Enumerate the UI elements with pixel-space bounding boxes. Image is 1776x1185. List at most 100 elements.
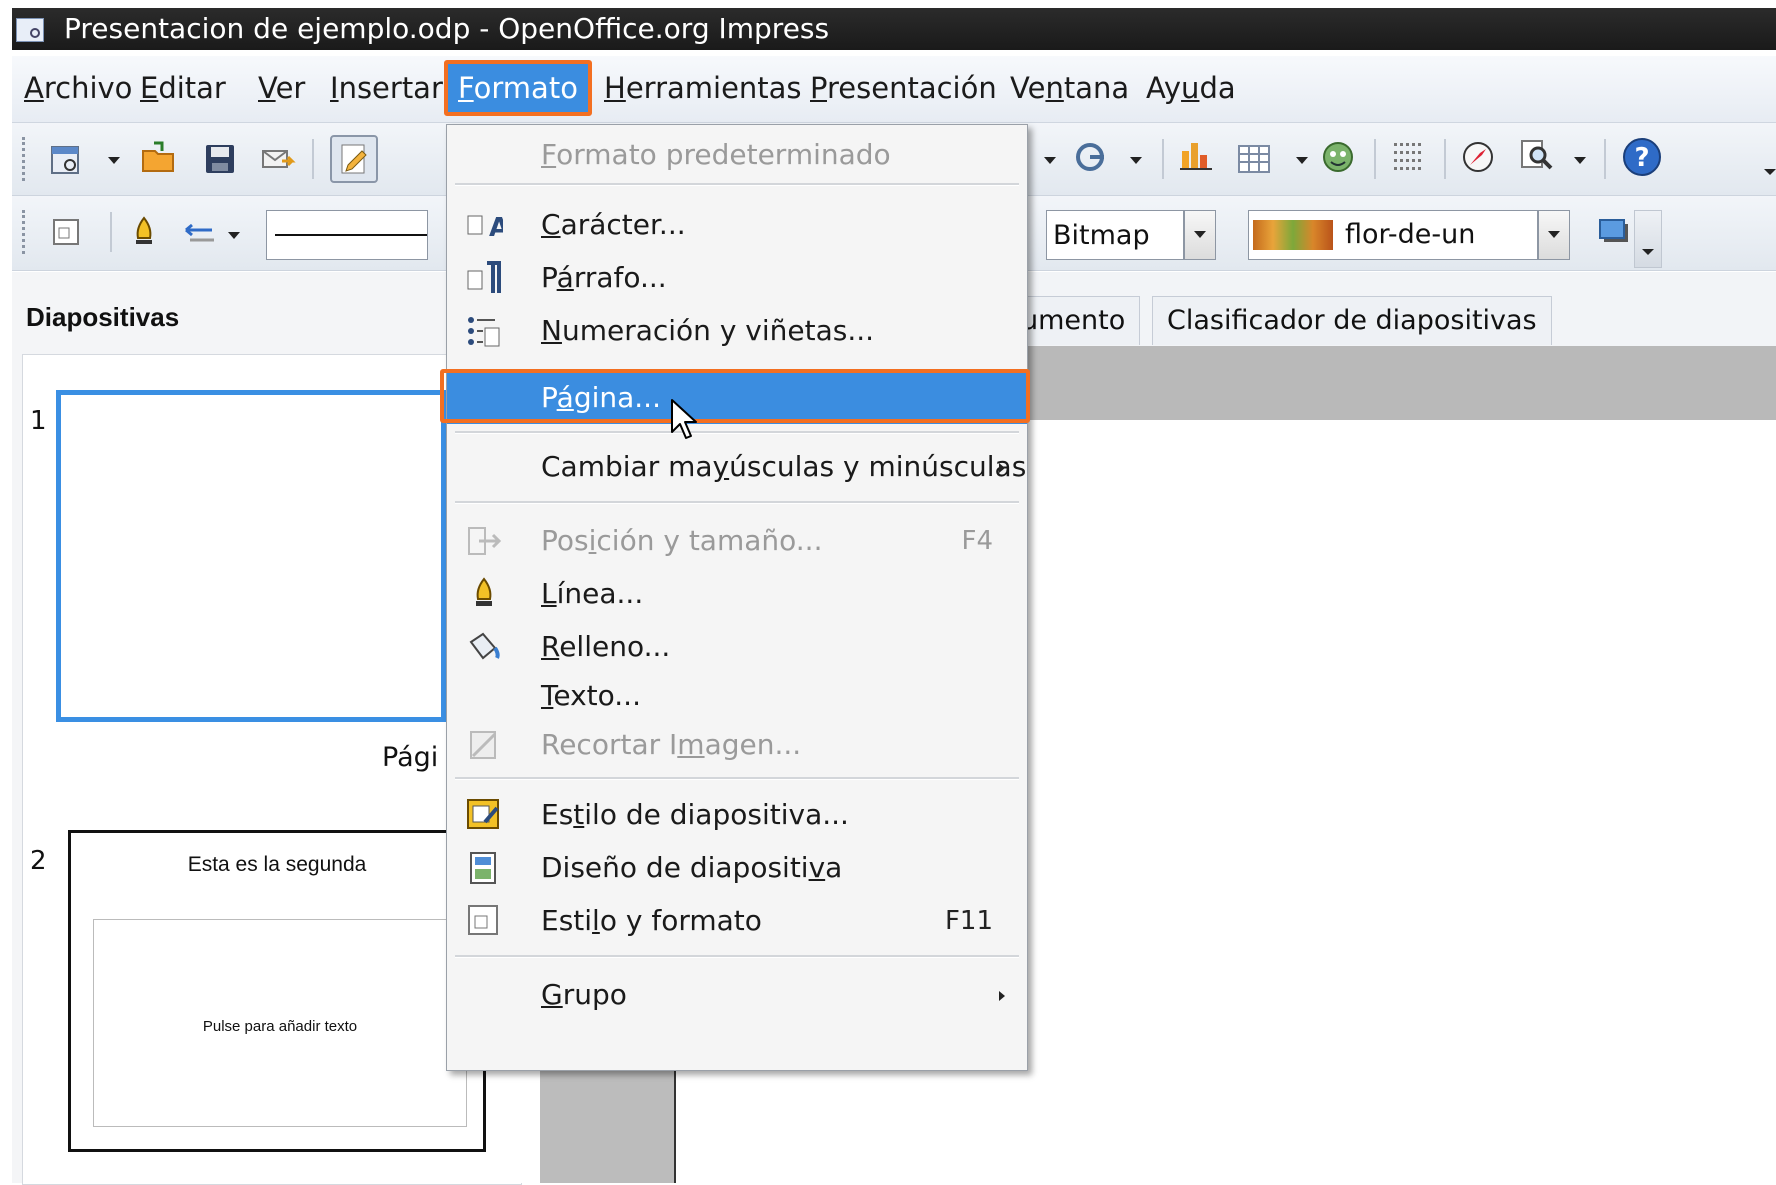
bitmap-select[interactable]: flor-de-un (1248, 210, 1538, 260)
menu-item-estilo-formato[interactable]: Estilo y formato F11 (447, 895, 1027, 947)
crop-image-icon (470, 731, 497, 759)
email-icon[interactable] (260, 141, 296, 177)
slide-layout-icon (470, 852, 496, 884)
navigator-icon[interactable] (1460, 139, 1496, 175)
save-icon[interactable] (202, 141, 238, 177)
menu-item-formato-predeterminado[interactable]: Formato predeterminado (447, 129, 1027, 181)
slides-panel-title: Diapositivas (26, 302, 180, 332)
styles-formatting-icon (468, 905, 498, 935)
redo-dropdown-icon[interactable] (1044, 157, 1056, 164)
shortcut-label: F11 (944, 906, 993, 936)
line-icon[interactable] (126, 214, 162, 250)
svg-text:?: ? (1634, 143, 1649, 173)
area-style-value: Bitmap (1053, 220, 1150, 251)
toolbar-separator (1444, 139, 1446, 179)
impress-app-icon[interactable] (16, 18, 44, 42)
menu-ventana[interactable]: Ventana (1010, 68, 1129, 108)
shortcut-label: F4 (961, 526, 994, 556)
menu-item-cambiar-mayusculas[interactable]: Cambiar mayúsculas y minúsculas (447, 441, 1027, 493)
submenu-arrow-icon (999, 991, 1005, 1001)
svg-text:A: A (489, 213, 503, 243)
toolbar-separator (312, 139, 314, 179)
formato-menu: Formato predeterminado A Carácter... Pár… (446, 124, 1028, 1071)
toolbar-overflow-button[interactable] (1634, 210, 1662, 268)
menu-item-linea[interactable]: Línea... (447, 568, 1027, 620)
submenu-arrow-icon (999, 463, 1005, 473)
menu-herramientas[interactable]: Herramientas (604, 68, 802, 108)
edit-file-icon[interactable] (330, 135, 378, 183)
hyperlink-icon[interactable] (1072, 139, 1108, 175)
zoom-dropdown-icon[interactable] (1574, 157, 1586, 164)
menu-item-texto[interactable]: Texto... (447, 670, 1027, 722)
menu-item-estilo-diapositiva[interactable]: Estilo de diapositiva... (447, 789, 1027, 841)
shadow-icon[interactable] (1596, 216, 1632, 252)
line-pen-icon (476, 577, 492, 606)
toolbar-separator (1162, 139, 1164, 179)
slide-caption: Pági (382, 742, 439, 773)
toolbar-separator (1374, 139, 1376, 179)
hyperlink-dropdown-icon[interactable] (1130, 157, 1142, 164)
menu-item-caracter[interactable]: A Carácter... (447, 199, 1027, 251)
menu-item-diseno-diapositiva[interactable]: Diseño de diapositiva (447, 842, 1027, 894)
zoom-icon[interactable] (1518, 137, 1554, 173)
menu-ver[interactable]: Ver (258, 68, 305, 108)
menu-separator (455, 183, 1019, 186)
slide-body-placeholder: Pulse para añadir texto (93, 919, 467, 1127)
arrow-style-dropdown-icon[interactable] (228, 232, 240, 239)
bullets-numbering-icon (468, 317, 500, 347)
menu-separator (455, 431, 1019, 434)
area-style-select[interactable]: Bitmap (1046, 210, 1184, 260)
menu-item-parrafo[interactable]: Párrafo... (447, 252, 1027, 304)
menu-editar[interactable]: Editar (140, 68, 226, 108)
pagina-highlight-annotation (440, 369, 1030, 423)
menu-item-posicion-tamano[interactable]: Posición y tamaño... F4 (447, 515, 1027, 567)
chevron-down-icon (1194, 231, 1206, 238)
menu-bar: Archivo Editar Ver Insertar Formato Herr… (12, 56, 1776, 123)
toolbar-grip[interactable] (22, 137, 29, 181)
arrow-style-icon[interactable] (182, 216, 218, 252)
slide-title-text: Esta es la segunda (187, 853, 367, 876)
gallery-icon[interactable] (1320, 139, 1356, 175)
menu-ayuda[interactable]: Ayuda (1146, 68, 1236, 108)
help-icon[interactable]: ? (1622, 137, 1662, 177)
chevron-down-icon (1548, 231, 1560, 238)
toolbar-overflow-icon[interactable] (1764, 169, 1776, 175)
bitmap-dropdown-button[interactable] (1538, 210, 1570, 260)
slide-number: 1 (30, 406, 47, 436)
new-document-icon[interactable] (48, 141, 84, 177)
table-icon[interactable] (1236, 141, 1272, 177)
slide-thumbnail-2[interactable]: Esta es la segunda Pulse para añadir tex… (68, 830, 486, 1152)
character-icon: A (467, 213, 503, 243)
placeholder-text: Pulse para añadir texto (202, 1018, 358, 1035)
slide-number: 2 (30, 846, 47, 876)
menu-item-numeracion[interactable]: Numeración y viñetas... (447, 305, 1027, 357)
grid-icon[interactable] (1390, 139, 1426, 175)
line-style-preview (275, 234, 427, 236)
new-dropdown-icon[interactable] (108, 157, 120, 164)
menu-item-recortar-imagen[interactable]: Recortar Imagen... (447, 719, 1027, 771)
position-size-icon (468, 527, 502, 555)
menu-presentacion[interactable]: Presentación (810, 68, 997, 108)
bitmap-preview (1253, 220, 1333, 250)
menu-item-grupo[interactable]: Grupo (447, 969, 1027, 1021)
paragraph-icon (467, 261, 501, 293)
chart-icon[interactable] (1178, 137, 1214, 173)
menu-separator (455, 955, 1019, 958)
tab-clasificador[interactable]: Clasificador de diapositivas (1152, 296, 1552, 345)
open-folder-icon[interactable] (140, 139, 176, 175)
menu-insertar[interactable]: Insertar (330, 68, 443, 108)
menu-item-relleno[interactable]: Relleno... (447, 621, 1027, 673)
chevron-down-icon (1642, 249, 1654, 255)
menu-archivo[interactable]: Archivo (24, 68, 132, 108)
line-style-select[interactable] (266, 210, 428, 260)
table-dropdown-icon[interactable] (1296, 157, 1308, 164)
toolbar-separator (1604, 139, 1606, 179)
window-title: Presentacion de ejemplo.odp - OpenOffice… (64, 12, 830, 45)
styles-formatting-icon[interactable] (50, 216, 86, 252)
slide-thumbnail-1[interactable] (56, 390, 446, 722)
menu-separator (455, 501, 1019, 504)
mouse-cursor-icon (671, 399, 697, 439)
area-style-dropdown-button[interactable] (1184, 210, 1216, 260)
menu-formato[interactable]: Formato (444, 60, 592, 116)
toolbar-grip[interactable] (22, 210, 29, 254)
